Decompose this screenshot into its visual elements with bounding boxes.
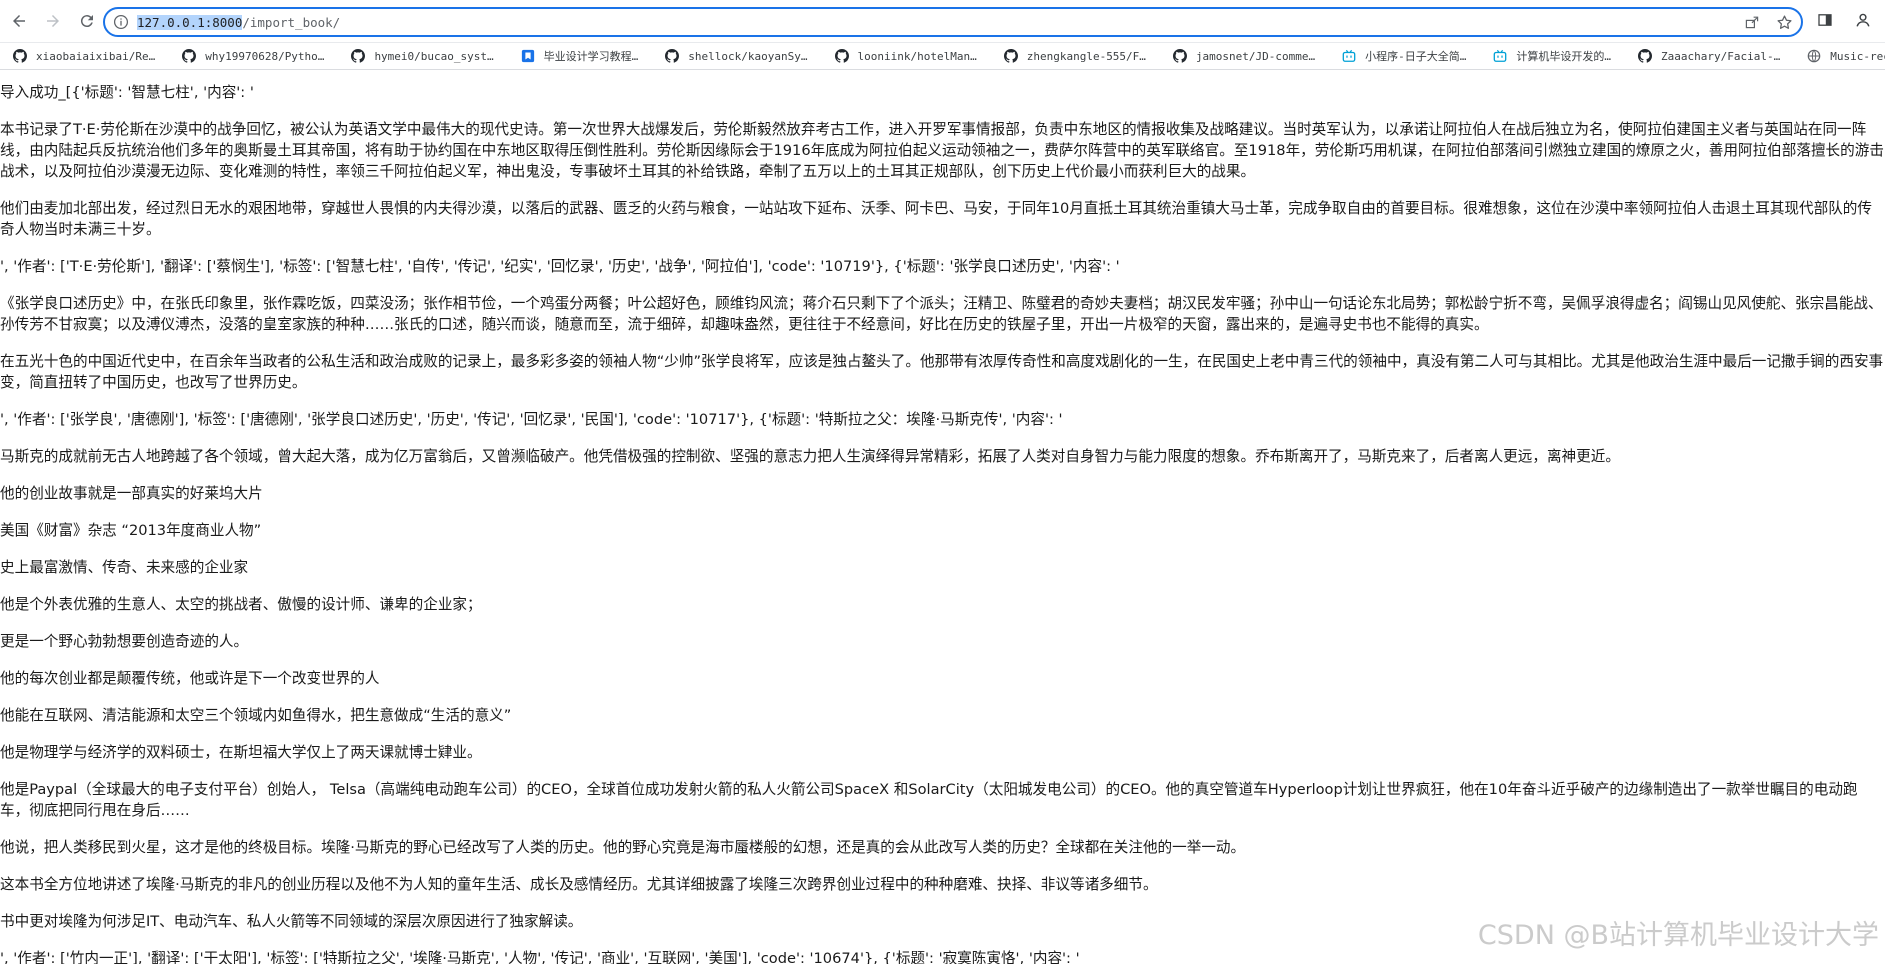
side-panel-icon[interactable] xyxy=(1816,11,1834,29)
response-text-line: 更是一个野心勃勃想要创造奇迹的人。 xyxy=(0,633,249,650)
bookmark-item[interactable]: 小程序-日子大全简… xyxy=(1335,45,1472,67)
back-button[interactable] xyxy=(4,6,34,36)
github-icon xyxy=(1003,48,1019,64)
response-text-line: ', '作者': ['竹内一正'], '翻译': ['干太阳'], '标签': … xyxy=(0,950,1080,964)
url-host: 127.0.0.1:8000 xyxy=(137,14,243,30)
github-icon xyxy=(834,48,850,64)
response-text-line: 他是Paypal（全球最大的电子支付平台）创始人， Telsa（高端纯电动跑车公… xyxy=(0,781,1858,819)
bookmark-item[interactable]: hymei0/bucao_syst… xyxy=(344,45,499,67)
bookmark-label: 毕业设计学习教程… xyxy=(543,50,639,63)
github-icon xyxy=(12,48,28,64)
bookmark-label: why19970628/Pytho… xyxy=(205,49,325,63)
address-bar[interactable]: 127.0.0.1:8000/import_book/ xyxy=(103,7,1803,37)
bookmark-label: xiaobaiaixibai/Re… xyxy=(36,49,156,63)
response-text-line: 他是个外表优雅的生意人、太空的挑战者、傲慢的设计师、谦卑的企业家； xyxy=(0,596,482,613)
bookmark-label: zhengkangle-555/F… xyxy=(1026,49,1146,63)
response-text-line: 本书记录了T·E·劳伦斯在沙漠中的战争回忆，被公认为英语文学中最伟大的现代史诗。… xyxy=(0,121,1884,180)
bookmark-item[interactable]: xiaobaiaixibai/Re… xyxy=(6,45,161,67)
bookmark-icon xyxy=(520,48,536,64)
bookmark-label: Music-recommendat… xyxy=(1830,49,1885,63)
share-icon[interactable] xyxy=(1743,13,1761,31)
response-text-line: 他说，把人类移民到火星，这才是他的终极目标。埃隆·马斯克的野心已经改写了人类的历… xyxy=(0,839,1246,856)
web-icon xyxy=(1806,48,1822,64)
site-info-icon[interactable] xyxy=(111,12,131,32)
response-text-line: 他的每次创业都是颠覆传统，他或许是下一个改变世界的人 xyxy=(0,670,380,687)
response-text-line: 他们由麦加北部出发，经过烈日无水的艰困地带，穿越世人畏惧的内夫得沙漠，以落后的武… xyxy=(0,200,1872,238)
response-text-line: 美国《财富》杂志 “2013年度商业人物” xyxy=(0,522,262,539)
response-text-line: 马斯克的成就前无古人地跨越了各个领域，曾大起大落，成为亿万富翁后，又曾濒临破产。… xyxy=(0,448,1620,465)
browser-toolbar: 127.0.0.1:8000/import_book/ xyxy=(0,0,1885,43)
bookmark-item[interactable]: looniink/hotelMan… xyxy=(828,45,983,67)
response-text-line: 导入成功_[{'标题': '智慧七柱', '内容': ' xyxy=(0,84,254,101)
bookmark-item[interactable]: jamosnet/JD-comme… xyxy=(1166,45,1321,67)
bookmark-item[interactable]: 计算机毕设开发的… xyxy=(1486,45,1617,67)
github-icon xyxy=(181,48,197,64)
profile-avatar-icon[interactable] xyxy=(1854,11,1872,29)
response-text-line: 这本书全方位地讲述了埃隆·马斯克的非凡的创业历程以及他不为人知的童年生活、成长及… xyxy=(0,876,1158,893)
bookmark-label: looniink/hotelMan… xyxy=(857,49,977,63)
bookmark-label: shellock/kaoyanSy… xyxy=(688,49,808,63)
response-text-line: 他是物理学与经济学的双料硕士，在斯坦福大学仅上了两天课就博士肄业。 xyxy=(0,744,482,761)
bookmark-item[interactable]: Zaaachary/Facial-… xyxy=(1631,45,1786,67)
bookmark-label: jamosnet/JD-comme… xyxy=(1195,49,1316,63)
github-icon xyxy=(350,48,366,64)
bookmark-item[interactable]: Music-recommendat… xyxy=(1800,45,1885,67)
response-text-line: ', '作者': ['T·E·劳伦斯'], '翻译': ['蔡悯生'], '标签… xyxy=(0,258,1120,275)
back-arrow-icon xyxy=(13,15,25,27)
bookmark-label: 计算机毕设开发的… xyxy=(1516,50,1612,63)
bookmark-label: 小程序-日子大全简… xyxy=(1365,50,1467,63)
bookmark-item[interactable]: zhengkangle-555/F… xyxy=(997,45,1152,67)
bookmark-label: Zaaachary/Facial-… xyxy=(1661,49,1781,63)
bookmark-item[interactable]: shellock/kaoyanSy… xyxy=(658,45,813,67)
response-text-line: 书中更对埃隆为何涉足IT、电动汽车、私人火箭等不同领域的深层次原因进行了独家解读… xyxy=(0,913,583,930)
bookmarks-bar: xiaobaiaixibai/Re… why19970628/Pytho… hyme… xyxy=(0,43,1885,70)
response-text-line: 他的创业故事就是一部真实的好莱坞大片 xyxy=(0,485,263,502)
bookmark-item[interactable]: why19970628/Pytho… xyxy=(175,45,330,67)
url-path: /import_book/ xyxy=(242,14,341,30)
url-text[interactable]: 127.0.0.1:8000/import_book/ xyxy=(137,14,341,30)
github-icon xyxy=(1172,48,1188,64)
forward-arrow-icon xyxy=(47,15,59,27)
reload-button[interactable] xyxy=(72,6,102,36)
response-text-line: 史上最富激情、传奇、未来感的企业家 xyxy=(0,559,249,576)
forward-button[interactable] xyxy=(38,6,68,36)
response-text-line: 他能在互联网、清洁能源和太空三个领域内如鱼得水，把生意做成“生活的意义” xyxy=(0,707,512,724)
bilibili-icon xyxy=(1492,48,1508,64)
github-icon xyxy=(664,48,680,64)
bookmark-star-icon[interactable] xyxy=(1775,13,1793,31)
response-text-line: 在五光十色的中国近代史中，在百余年当政者的公私生活和政治成败的记录上，最多彩多姿… xyxy=(0,353,1884,391)
bookmark-item[interactable]: 毕业设计学习教程… xyxy=(514,45,645,67)
page-content: 导入成功_[{'标题': '智慧七柱', '内容': ' 本书记录了T·E·劳伦斯… xyxy=(0,70,1885,964)
response-text-line: 《张学良口述历史》中，在张氏印象里，张作霖吃饭，四菜没汤；张作相节俭，一个鸡蛋分… xyxy=(0,295,1883,333)
bookmark-label: hymei0/bucao_syst… xyxy=(374,49,494,63)
response-text-line: ', '作者': ['张学良', '唐德刚'], '标签': ['唐德刚', '… xyxy=(0,411,1063,428)
github-icon xyxy=(1637,48,1653,64)
bilibili-icon xyxy=(1341,48,1357,64)
reload-icon xyxy=(80,15,93,28)
